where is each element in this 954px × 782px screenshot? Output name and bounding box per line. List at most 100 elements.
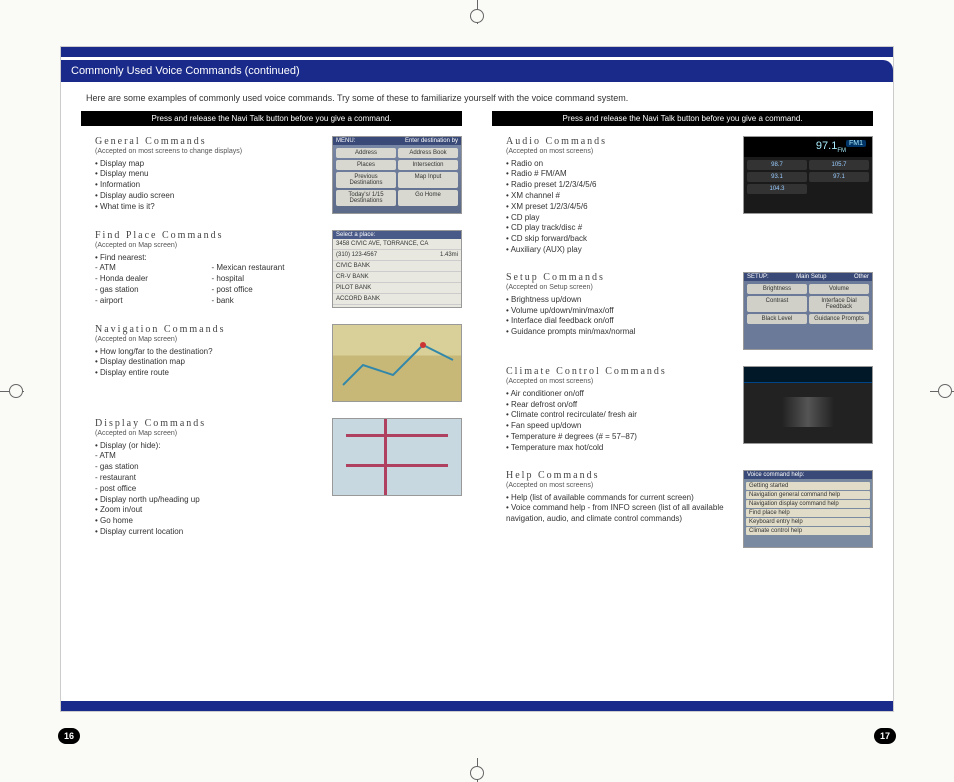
screen-button: Brightness xyxy=(747,284,807,294)
section-help: Help Commands (Accepted on most screens)… xyxy=(506,470,873,548)
section-display-text: Display Commands (Accepted on Map screen… xyxy=(95,418,320,538)
list-item: Information xyxy=(95,180,320,191)
right-instruction-bar: Press and release the Navi Talk button b… xyxy=(492,111,873,126)
screen-button: Address xyxy=(336,148,396,158)
list-item: XM preset 1/2/3/4/5/6 xyxy=(506,202,731,213)
sub-item: ATM xyxy=(95,451,320,462)
section-setup: Setup Commands (Accepted on Setup screen… xyxy=(506,272,873,350)
page-spread: Commonly Used Voice Commands (continued)… xyxy=(60,46,894,712)
screen-row: Keyboard entry help xyxy=(746,518,870,526)
climate-title: Climate Control Commands xyxy=(506,366,731,377)
thumb-climate-screen xyxy=(743,366,873,444)
content-columns: Press and release the Navi Talk button b… xyxy=(61,111,893,701)
section-audio: Audio Commands (Accepted on most screens… xyxy=(506,136,873,256)
thumb-map-city xyxy=(332,418,462,496)
section-find: Find Place Commands (Accepted on Map scr… xyxy=(95,230,462,308)
sub-item: restaurant xyxy=(95,473,320,484)
sub-item: gas station xyxy=(95,285,204,296)
screen-row: PILOT BANK xyxy=(333,283,461,294)
screen-row: Getting started xyxy=(746,482,870,490)
section-nav: Navigation Commands (Accepted on Map scr… xyxy=(95,324,462,402)
list-item: How long/far to the destination? xyxy=(95,347,320,358)
list-item: Radio on xyxy=(506,159,731,170)
thumb-radio-screen: 97.1FM FM1 98.7105.793.197.1104.3 xyxy=(743,136,873,214)
list-item: XM channel # xyxy=(506,191,731,202)
sub-item: Mexican restaurant xyxy=(212,263,321,274)
setup-note: (Accepted on Setup screen) xyxy=(506,284,731,291)
help-title: Help Commands xyxy=(506,470,731,481)
disp-title: Display Commands xyxy=(95,418,320,429)
right-column: Press and release the Navi Talk button b… xyxy=(492,111,873,691)
list-item: Zoom in/out xyxy=(95,505,320,516)
sub-item: Honda dealer xyxy=(95,274,204,285)
screen-button: Previous Destinations xyxy=(336,172,396,188)
list-item: CD skip forward/back xyxy=(506,234,731,245)
section-help-text: Help Commands (Accepted on most screens)… xyxy=(506,470,731,548)
section-climate: Climate Control Commands (Accepted on mo… xyxy=(506,366,873,454)
screen-row: ACCORD BANK xyxy=(333,294,461,305)
screen-row: Navigation display command help xyxy=(746,500,870,508)
intro-text: Here are some examples of commonly used … xyxy=(61,85,893,111)
section-climate-text: Climate Control Commands (Accepted on mo… xyxy=(506,366,731,454)
screen-row: Navigation general command help xyxy=(746,491,870,499)
list-item: Display menu xyxy=(95,169,320,180)
list-item: Display entire route xyxy=(95,368,320,379)
list-item: Interface dial feedback on/off xyxy=(506,316,731,327)
list-item: Temperature # degrees (# = 57–87) xyxy=(506,432,731,443)
disp-note: (Accepted on Map screen) xyxy=(95,430,320,437)
left-instruction-bar: Press and release the Navi Talk button b… xyxy=(81,111,462,126)
sub-item: hospital xyxy=(212,274,321,285)
nav-title: Navigation Commands xyxy=(95,324,320,335)
screen-button: Places xyxy=(336,160,396,170)
section-find-text: Find Place Commands (Accepted on Map scr… xyxy=(95,230,320,308)
thumb-place-screen: Select a place: 3458 CIVIC AVE, TORRANCE… xyxy=(332,230,462,308)
list-item: Display audio screen xyxy=(95,191,320,202)
list-item: Radio preset 1/2/3/4/5/6 xyxy=(506,180,731,191)
list-item: CD play track/disc # xyxy=(506,223,731,234)
preset-button: 104.3 xyxy=(747,184,807,194)
thumb-map-route xyxy=(332,324,462,402)
sub-item: ATM xyxy=(95,263,204,274)
audio-title: Audio Commands xyxy=(506,136,731,147)
list-item: Air conditioner on/off xyxy=(506,389,731,400)
section-general-text: General Commands (Accepted on most scree… xyxy=(95,136,320,214)
preset-button: 97.1 xyxy=(809,172,869,182)
list-item: Guidance prompts min/max/normal xyxy=(506,327,731,338)
bottom-border-bar xyxy=(61,701,893,711)
page-number-left: 16 xyxy=(58,728,80,744)
preset-button: 98.7 xyxy=(747,160,807,170)
section-display: Display Commands (Accepted on Map screen… xyxy=(95,418,462,538)
help-note: (Accepted on most screens) xyxy=(506,482,731,489)
list-item: Auxiliary (AUX) play xyxy=(506,245,731,256)
thumb-setup-screen: SETUP:Main SetupOther BrightnessVolumeCo… xyxy=(743,272,873,350)
list-item: Brightness up/down xyxy=(506,295,731,306)
sub-item: gas station xyxy=(95,462,320,473)
sub-item: post office xyxy=(212,285,321,296)
screen-button: Go Home xyxy=(398,190,458,206)
page-number-right: 17 xyxy=(874,728,896,744)
list-item: Display north up/heading up xyxy=(95,495,320,506)
section-setup-text: Setup Commands (Accepted on Setup screen… xyxy=(506,272,731,350)
screen-row: CR-V BANK xyxy=(333,272,461,283)
top-border-bar xyxy=(61,47,893,57)
screen-button: Guidance Prompts xyxy=(809,314,869,324)
sub-item: airport xyxy=(95,296,204,307)
list-item: Display current location xyxy=(95,527,320,538)
climate-note: (Accepted on most screens) xyxy=(506,378,731,385)
find-note: (Accepted on Map screen) xyxy=(95,242,320,249)
screen-button: Black Level xyxy=(747,314,807,324)
left-column: Press and release the Navi Talk button b… xyxy=(81,111,462,691)
general-title: General Commands xyxy=(95,136,320,147)
preset-button: 105.7 xyxy=(809,160,869,170)
thumb-help-screen: Voice command help: Getting startedNavig… xyxy=(743,470,873,548)
audio-note: (Accepted on most screens) xyxy=(506,148,731,155)
sub-item: post office xyxy=(95,484,320,495)
screen-row: Climate control help xyxy=(746,527,870,535)
nav-note: (Accepted on Map screen) xyxy=(95,336,320,343)
list-item: Go home xyxy=(95,516,320,527)
screen-row: CIVIC BANK xyxy=(333,261,461,272)
list-item: CD play xyxy=(506,213,731,224)
list-item: Rear defrost on/off xyxy=(506,400,731,411)
list-item: Display destination map xyxy=(95,357,320,368)
page-title: Commonly Used Voice Commands (continued) xyxy=(61,60,893,82)
